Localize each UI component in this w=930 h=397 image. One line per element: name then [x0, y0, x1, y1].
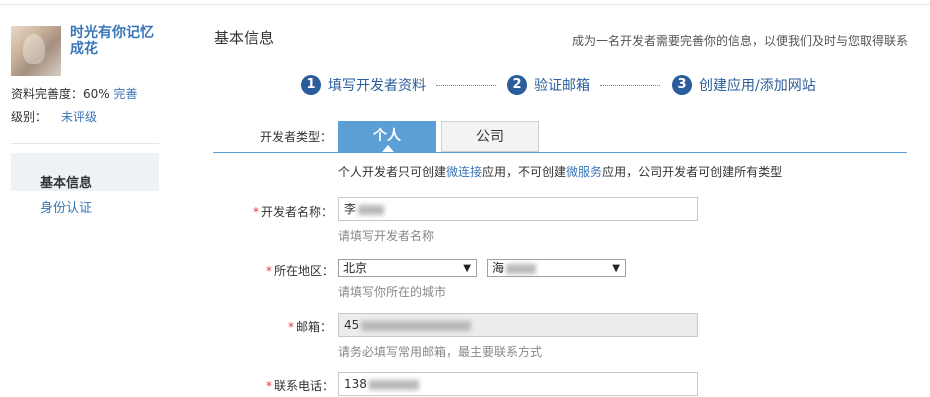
redacted-text — [361, 320, 472, 331]
username[interactable]: 时光有你记忆成花 — [70, 25, 165, 57]
developer-level: 级别： 未评级 — [11, 108, 97, 125]
completeness-label: 资料完善度：60% — [11, 87, 110, 101]
step-label: 创建应用/添加网站 — [699, 78, 816, 94]
region-hint: 请填写你所在的城市 — [338, 285, 447, 299]
required-marker: * — [266, 264, 272, 278]
sidebar-divider — [11, 143, 159, 144]
micro-connect-link[interactable]: 微连接 — [446, 165, 482, 179]
required-marker: * — [288, 320, 294, 334]
input-value: 138 — [344, 377, 367, 391]
email-label: * 邮箱： — [288, 318, 332, 335]
phone-label: * 联系电话： — [266, 377, 334, 394]
step-connector — [600, 85, 660, 86]
note-text: 个人开发者只可创建 — [338, 165, 447, 179]
micro-service-link[interactable]: 微服务 — [566, 165, 602, 179]
step-number: 3 — [672, 75, 692, 95]
label-text: 联系电话： — [274, 379, 335, 393]
avatar[interactable] — [11, 26, 61, 76]
label-text: 所在地区： — [274, 264, 335, 278]
select-value: 北京 — [343, 261, 368, 275]
email-field: 45 — [338, 313, 698, 337]
note-text: 应用，不可创建 — [482, 165, 567, 179]
step-number: 1 — [301, 75, 321, 95]
level-label: 级别： — [11, 110, 48, 124]
top-divider — [0, 4, 930, 5]
dropdown-arrow-icon: ▼ — [612, 263, 620, 274]
active-tab-indicator — [382, 145, 394, 152]
region-label: * 所在地区： — [266, 262, 334, 279]
developer-type-label: 开发者类型： — [260, 130, 333, 144]
step-2: 2 验证邮箱 — [507, 74, 590, 96]
complete-profile-link[interactable]: 完善 — [114, 87, 138, 101]
tab-underline — [213, 152, 907, 153]
developer-name-input[interactable]: 李 — [338, 197, 698, 221]
redacted-text — [368, 379, 419, 390]
city-select[interactable]: 海 ▼ — [487, 259, 626, 277]
phone-input[interactable]: 138 — [338, 372, 698, 396]
redacted-text — [358, 204, 385, 215]
step-label: 填写开发者资料 — [328, 78, 426, 94]
step-number: 2 — [507, 75, 527, 95]
note-text: 应用，公司开发者可创建所有类型 — [602, 165, 783, 179]
required-marker: * — [253, 205, 259, 219]
sidebar-item-basic-info[interactable]: 基本信息 — [40, 172, 92, 191]
step-connector — [436, 85, 496, 86]
step-3: 3 创建应用/添加网站 — [672, 74, 816, 96]
tab-company[interactable]: 公司 — [441, 121, 539, 152]
select-value: 海 — [492, 261, 505, 275]
sidebar-item-identity-verification[interactable]: 身份认证 — [40, 197, 92, 216]
redacted-text — [506, 263, 537, 274]
page-title: 基本信息 — [214, 29, 275, 47]
profile-completeness: 资料完善度：60% 完善 — [11, 85, 138, 102]
email-hint: 请务必填写常用邮箱，最主要联系方式 — [338, 345, 543, 359]
required-marker: * — [266, 379, 272, 393]
developer-type-note: 个人开发者只可创建微连接应用，不可创建微服务应用，公司开发者可创建所有类型 — [338, 163, 782, 180]
level-value: 未评级 — [61, 110, 98, 124]
input-value: 李 — [344, 202, 357, 216]
developer-name-hint: 请填写开发者名称 — [338, 229, 435, 243]
label-text: 邮箱： — [296, 320, 333, 334]
page-description: 成为一名开发者需要完善你的信息，以便我们及时与您取得联系 — [571, 34, 908, 48]
province-select[interactable]: 北京 ▼ — [338, 259, 477, 277]
step-1: 1 填写开发者资料 — [301, 74, 426, 96]
developer-name-label: * 开发者名称： — [253, 203, 333, 220]
label-text: 开发者名称： — [261, 205, 334, 219]
input-value: 45 — [344, 318, 360, 332]
step-label: 验证邮箱 — [534, 78, 590, 94]
dropdown-arrow-icon: ▼ — [463, 263, 471, 274]
